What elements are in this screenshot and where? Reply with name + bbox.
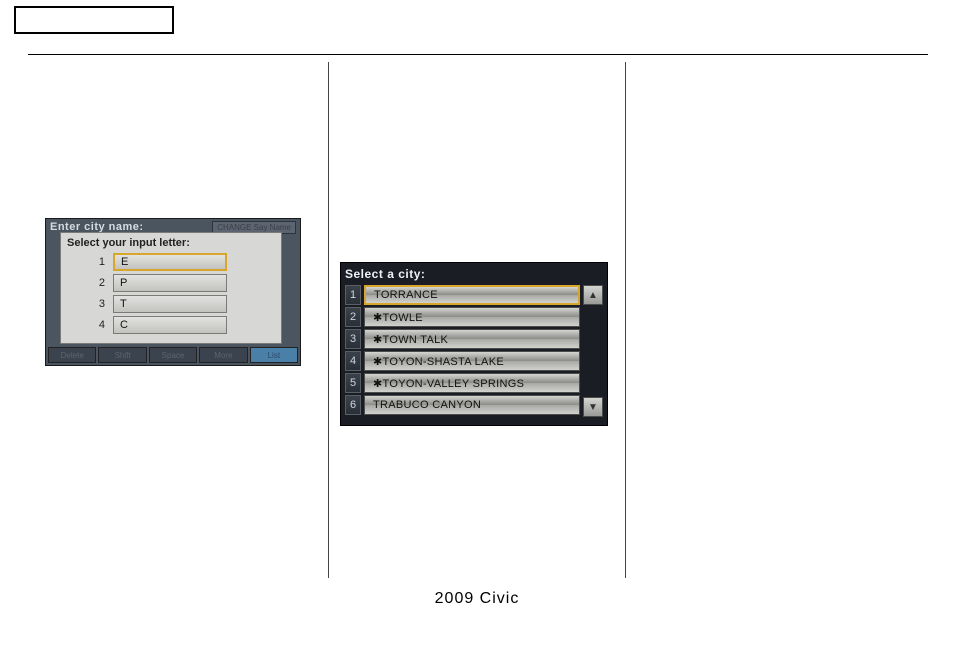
list-button[interactable]: List xyxy=(250,347,298,363)
row-number: 2 xyxy=(67,277,113,289)
letter-row: 4 C xyxy=(67,316,275,334)
row-number: 6 xyxy=(345,395,361,415)
scroll-down-icon[interactable]: ▼ xyxy=(583,397,603,417)
header-box xyxy=(14,6,174,34)
scrollbar: ▲ ▼ xyxy=(583,285,603,417)
select-city-panel: Select a city: 1 TORRANCE 2 ✱TOWLE 3 ✱TO… xyxy=(340,262,608,426)
input-letter-popup: Select your input letter: 1 E 2 P 3 T 4 … xyxy=(60,232,282,344)
city-option[interactable]: ✱TOWN TALK xyxy=(364,329,580,349)
more-button[interactable]: More xyxy=(199,347,247,363)
letter-option[interactable]: P xyxy=(113,274,227,292)
keyboard-bottom-bar: Delete Shift Space More List xyxy=(46,345,300,365)
letter-option[interactable]: C xyxy=(113,316,227,334)
city-row: 6 TRABUCO CANYON xyxy=(345,395,580,415)
scroll-up-icon[interactable]: ▲ xyxy=(583,285,603,305)
row-number: 3 xyxy=(345,329,361,349)
shift-button[interactable]: Shift xyxy=(98,347,146,363)
letter-row: 1 E xyxy=(67,253,275,271)
city-option[interactable]: ✱TOWLE xyxy=(364,307,580,327)
city-row: 2 ✱TOWLE xyxy=(345,307,580,327)
city-option[interactable]: TRABUCO CANYON xyxy=(364,395,580,415)
city-row: 1 TORRANCE xyxy=(345,285,580,305)
letter-row: 2 P xyxy=(67,274,275,292)
popup-title: Select your input letter: xyxy=(67,237,275,249)
space-button[interactable]: Space xyxy=(149,347,197,363)
row-number: 5 xyxy=(345,373,361,393)
row-number: 1 xyxy=(67,256,113,268)
column-separator-1 xyxy=(328,62,329,578)
city-row: 4 ✱TOYON-SHASTA LAKE xyxy=(345,351,580,371)
row-number: 4 xyxy=(345,351,361,371)
city-row: 3 ✱TOWN TALK xyxy=(345,329,580,349)
horizontal-rule xyxy=(28,54,928,55)
row-number: 4 xyxy=(67,319,113,331)
city-option[interactable]: ✱TOYON-VALLEY SPRINGS xyxy=(364,373,580,393)
letter-option[interactable]: T xyxy=(113,295,227,313)
enter-city-panel: Enter city name: CHANGE Say Name Select … xyxy=(45,218,301,366)
row-number: 2 xyxy=(345,307,361,327)
city-option[interactable]: TORRANCE xyxy=(364,285,580,305)
city-option[interactable]: ✱TOYON-SHASTA LAKE xyxy=(364,351,580,371)
delete-button[interactable]: Delete xyxy=(48,347,96,363)
row-number: 1 xyxy=(345,285,361,305)
letter-row: 3 T xyxy=(67,295,275,313)
letter-option[interactable]: E xyxy=(113,253,227,271)
city-list: 1 TORRANCE 2 ✱TOWLE 3 ✱TOWN TALK 4 ✱TOYO… xyxy=(345,285,580,417)
panel2-title: Select a city: xyxy=(345,267,603,281)
footer-text: 2009 Civic xyxy=(0,590,954,608)
city-row: 5 ✱TOYON-VALLEY SPRINGS xyxy=(345,373,580,393)
row-number: 3 xyxy=(67,298,113,310)
column-separator-2 xyxy=(625,62,626,578)
